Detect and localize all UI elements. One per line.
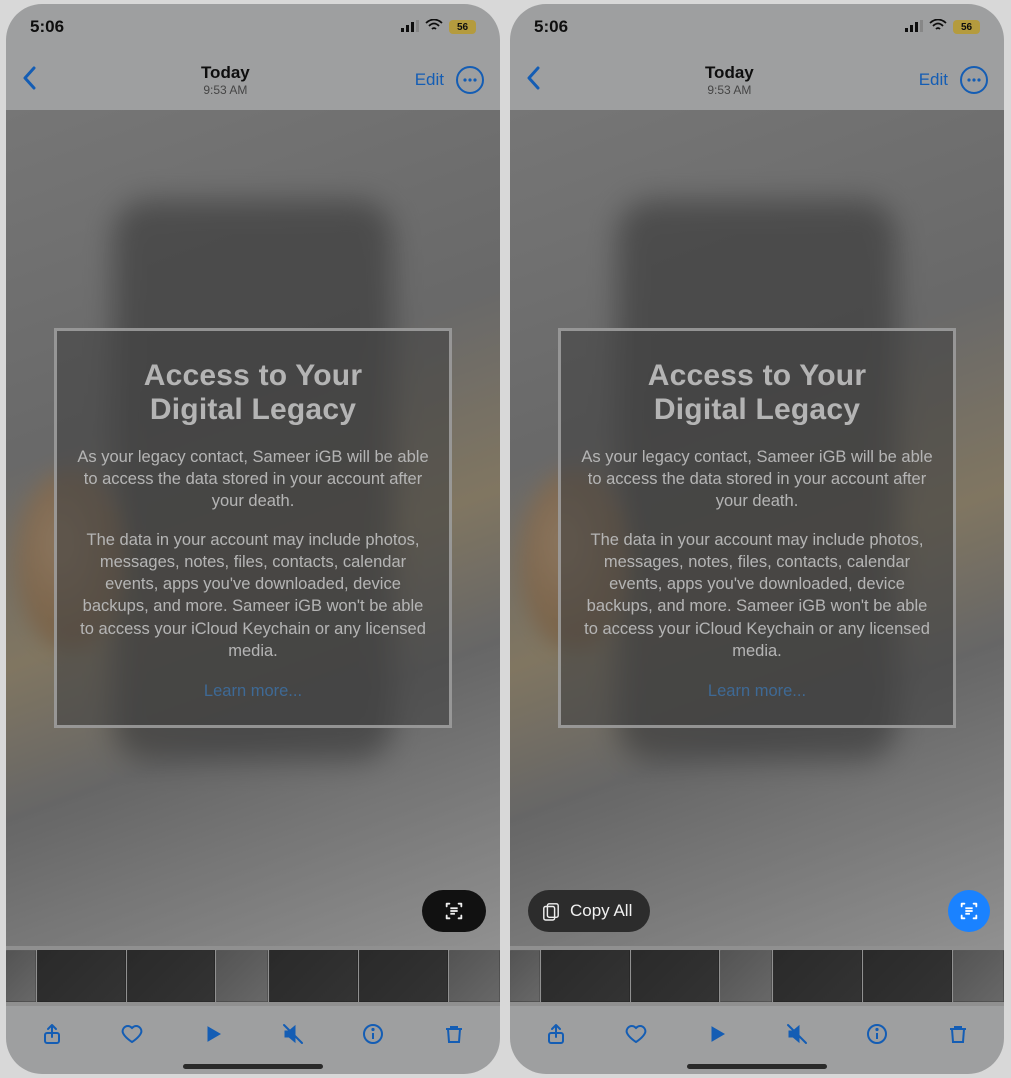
legacy-para-2: The data in your account may include pho…	[77, 529, 429, 663]
play-button[interactable]	[695, 1012, 739, 1056]
nav-title-day: Today	[548, 63, 911, 83]
delete-button[interactable]	[432, 1012, 476, 1056]
share-button[interactable]	[30, 1012, 74, 1056]
nav-title-time: 9:53 AM	[548, 83, 911, 97]
back-button[interactable]	[526, 66, 540, 95]
phone-left: 5:06 56 Today 9:53 AM Edit Access to You…	[6, 4, 500, 1074]
learn-more-link[interactable]: Learn more...	[204, 682, 302, 701]
thumbnail[interactable]	[37, 950, 126, 1002]
thumbnail[interactable]	[510, 950, 540, 1002]
nav-title-time: 9:53 AM	[44, 83, 407, 97]
phone-right: 5:06 56 Today 9:53 AM Edit Access to You…	[510, 4, 1004, 1074]
thumbnail[interactable]	[631, 950, 720, 1002]
nav-title: Today 9:53 AM	[548, 63, 911, 97]
thumbnail[interactable]	[541, 950, 630, 1002]
status-time: 5:06	[534, 17, 568, 37]
delete-button[interactable]	[936, 1012, 980, 1056]
thumbnail[interactable]	[720, 950, 771, 1002]
legacy-title: Access to Your Digital Legacy	[581, 359, 933, 428]
thumbnail[interactable]	[6, 950, 36, 1002]
home-indicator[interactable]	[183, 1064, 323, 1069]
status-bar: 5:06 56	[6, 4, 500, 50]
legacy-para-1: As your legacy contact, Sameer iGB will …	[77, 446, 429, 513]
cellular-icon	[905, 17, 923, 37]
play-button[interactable]	[191, 1012, 235, 1056]
cellular-icon	[401, 17, 419, 37]
thumbnail[interactable]	[127, 950, 216, 1002]
battery-badge: 56	[953, 20, 980, 34]
more-button[interactable]	[960, 66, 988, 94]
photo-viewer[interactable]: Access to Your Digital Legacy As your le…	[6, 110, 500, 946]
thumbnail-current[interactable]	[773, 950, 862, 1002]
legacy-para-2: The data in your account may include pho…	[581, 529, 933, 663]
nav-bar: Today 9:53 AM Edit	[6, 50, 500, 110]
favorite-button[interactable]	[110, 1012, 154, 1056]
edit-button[interactable]: Edit	[415, 70, 444, 90]
nav-title: Today 9:53 AM	[44, 63, 407, 97]
legacy-dialog: Access to Your Digital Legacy As your le…	[558, 328, 956, 728]
legacy-title: Access to Your Digital Legacy	[77, 359, 429, 428]
wifi-icon	[425, 17, 443, 37]
thumbnail[interactable]	[863, 950, 952, 1002]
legacy-para-1: As your legacy contact, Sameer iGB will …	[581, 446, 933, 513]
live-text-button[interactable]	[422, 890, 486, 932]
thumbnail[interactable]	[953, 950, 1004, 1002]
home-indicator[interactable]	[687, 1064, 827, 1069]
photo-viewer[interactable]: Access to Your Digital Legacy As your le…	[510, 110, 1004, 946]
share-button[interactable]	[534, 1012, 578, 1056]
edit-button[interactable]: Edit	[919, 70, 948, 90]
back-button[interactable]	[22, 66, 36, 95]
more-button[interactable]	[456, 66, 484, 94]
thumbnail[interactable]	[216, 950, 267, 1002]
mute-button[interactable]	[775, 1012, 819, 1056]
status-bar: 5:06 56	[510, 4, 1004, 50]
thumbnail-current[interactable]	[269, 950, 358, 1002]
nav-bar: Today 9:53 AM Edit	[510, 50, 1004, 110]
learn-more-link[interactable]: Learn more...	[708, 682, 806, 701]
thumbnail-strip[interactable]	[510, 946, 1004, 1006]
wifi-icon	[929, 17, 947, 37]
bottom-toolbar	[510, 1006, 1004, 1062]
copy-all-button[interactable]: Copy All	[528, 890, 650, 932]
thumbnail-strip[interactable]	[6, 946, 500, 1006]
legacy-dialog: Access to Your Digital Legacy As your le…	[54, 328, 452, 728]
favorite-button[interactable]	[614, 1012, 658, 1056]
thumbnail[interactable]	[359, 950, 448, 1002]
battery-badge: 56	[449, 20, 476, 34]
info-button[interactable]	[351, 1012, 395, 1056]
nav-title-day: Today	[44, 63, 407, 83]
copy-all-label: Copy All	[570, 901, 632, 921]
bottom-toolbar	[6, 1006, 500, 1062]
thumbnail[interactable]	[449, 950, 500, 1002]
status-time: 5:06	[30, 17, 64, 37]
live-text-button-active[interactable]	[948, 890, 990, 932]
info-button[interactable]	[855, 1012, 899, 1056]
mute-button[interactable]	[271, 1012, 315, 1056]
